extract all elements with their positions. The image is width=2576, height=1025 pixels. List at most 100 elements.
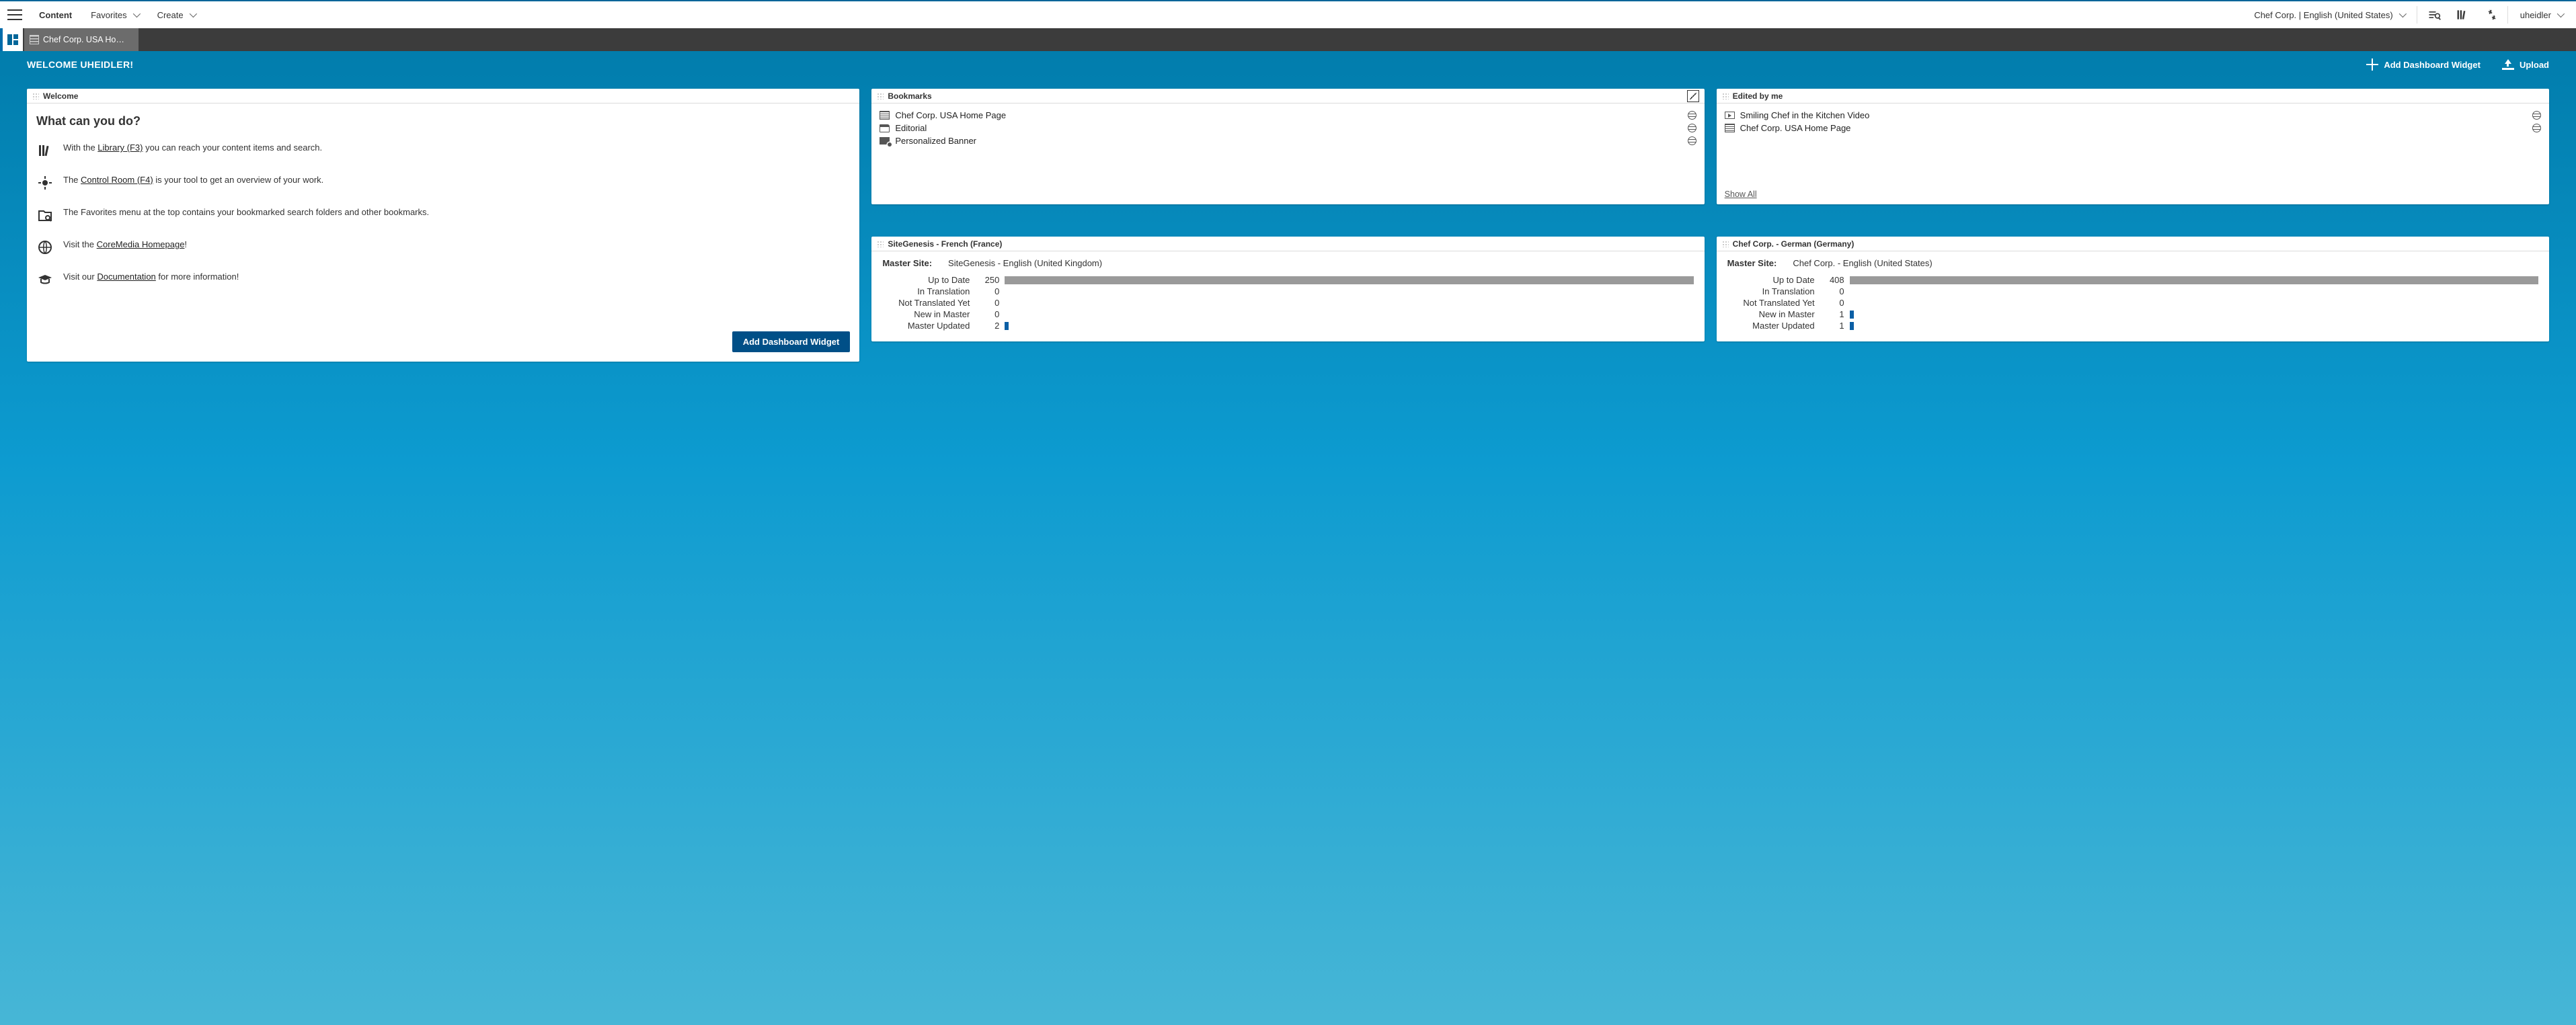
stat-row: New in Master1: [1727, 309, 2538, 319]
locale-globe-icon[interactable]: [2532, 124, 2541, 132]
locale-globe-icon[interactable]: [1688, 111, 1696, 120]
library-icon: [2456, 8, 2469, 22]
graduation-cap-icon: [36, 271, 54, 288]
welcome-subheading: What can you do?: [36, 114, 850, 128]
stat-value: 0: [1820, 298, 1844, 308]
translation-status-widget-1: SiteGenesis - French (France) Master Sit…: [871, 237, 1704, 341]
banner-icon: [880, 137, 890, 145]
stat-row: Master Updated2: [882, 321, 1693, 331]
stat-bar: [1850, 288, 2538, 296]
upload-icon: [2502, 59, 2514, 70]
show-all-link[interactable]: Show All: [1725, 190, 1757, 199]
stat-label: In Translation: [1727, 286, 1815, 296]
tab-strip: Chef Corp. USA Home Pa…: [0, 28, 2576, 51]
library-button[interactable]: [2448, 1, 2476, 29]
upload-button[interactable]: Upload: [2491, 51, 2560, 78]
stat-row: Up to Date408: [1727, 275, 2538, 285]
favorites-menu[interactable]: Favorites: [81, 1, 147, 29]
folder-icon: [880, 124, 890, 132]
master-site-value: Chef Corp. - English (United States): [1793, 258, 1932, 268]
content-menu[interactable]: Content: [30, 1, 81, 29]
list-item[interactable]: Editorial: [880, 122, 1696, 134]
stat-value: 1: [1820, 309, 1844, 319]
translation-stats-2: Up to Date408In Translation0Not Translat…: [1727, 275, 2538, 331]
site-locale-selector[interactable]: Chef Corp. | English (United States): [2245, 1, 2413, 29]
page-icon: [1725, 124, 1735, 132]
welcome-text-favorites: The Favorites menu at the top contains y…: [63, 206, 429, 218]
library-link[interactable]: Library (F3): [97, 142, 143, 153]
quick-search-button[interactable]: [2420, 1, 2448, 29]
stat-label: Not Translated Yet: [882, 298, 970, 308]
user-label: uheidler: [2520, 10, 2551, 20]
stat-bar: [1850, 322, 2538, 330]
list-item[interactable]: Chef Corp. USA Home Page: [880, 109, 1696, 122]
master-site-label: Master Site:: [882, 258, 932, 268]
list-item-label: Chef Corp. USA Home Page: [1740, 123, 1851, 133]
stat-bar: [1005, 288, 1693, 296]
widget-header[interactable]: Bookmarks: [871, 89, 1704, 104]
chevron-down-icon: [2557, 10, 2565, 17]
stat-value: 0: [1820, 286, 1844, 296]
stat-row: Master Updated1: [1727, 321, 2538, 331]
locale-globe-icon[interactable]: [1688, 136, 1696, 145]
locale-globe-icon[interactable]: [1688, 124, 1696, 132]
bookmarks-list: Chef Corp. USA Home Page EditorialPersona…: [871, 104, 1704, 204]
user-menu[interactable]: uheidler: [2511, 1, 2572, 29]
stat-bar: [1005, 311, 1693, 319]
globe-icon: [36, 239, 54, 256]
site-locale-label: Chef Corp. | English (United States): [2254, 10, 2392, 20]
stat-bar: [1005, 276, 1693, 284]
tab-label: Chef Corp. USA Home Pa…: [43, 35, 130, 44]
chevron-down-icon: [189, 10, 196, 17]
hamburger-menu-button[interactable]: [0, 1, 30, 29]
add-dashboard-widget-button[interactable]: Add Dashboard Widget: [2355, 51, 2491, 78]
list-item[interactable]: Smiling Chef in the Kitchen Video: [1725, 109, 2541, 122]
stat-row: Up to Date250: [882, 275, 1693, 285]
drag-handle-icon[interactable]: [1722, 93, 1729, 99]
documentation-link[interactable]: Documentation: [97, 272, 155, 282]
locale-globe-icon[interactable]: [2532, 111, 2541, 120]
edited-by-me-widget: Edited by me Smiling Chef in the Kitchen…: [1717, 89, 2549, 204]
edited-list: Smiling Chef in the Kitchen VideoChef Co…: [1717, 104, 2549, 204]
stat-bar: [1850, 311, 2538, 319]
widget-header[interactable]: SiteGenesis - French (France): [871, 237, 1704, 251]
create-menu[interactable]: Create: [148, 1, 204, 29]
create-label: Create: [157, 10, 184, 20]
edit-widget-button[interactable]: [1687, 90, 1699, 102]
top-toolbar: Content Favorites Create Chef Corp. | En…: [0, 0, 2576, 28]
welcome-heading: WELCOME UHEIDLER!: [27, 59, 133, 70]
open-document-tab[interactable]: Chef Corp. USA Home Pa…: [24, 28, 139, 51]
widget-header[interactable]: Edited by me: [1717, 89, 2549, 104]
list-item[interactable]: Chef Corp. USA Home Page: [1725, 122, 2541, 134]
library-icon: [36, 142, 54, 159]
stat-row: Not Translated Yet0: [1727, 298, 2538, 308]
stat-value: 0: [975, 286, 999, 296]
drag-handle-icon[interactable]: [877, 93, 884, 99]
add-dashboard-widget-button[interactable]: Add Dashboard Widget: [732, 331, 851, 352]
dashboard-grid: Welcome What can you do? With the Librar…: [0, 78, 2576, 388]
stat-row: In Translation0: [882, 286, 1693, 296]
dashboard-tab[interactable]: [0, 28, 23, 51]
dashboard-banner: WELCOME UHEIDLER! Add Dashboard Widget U…: [0, 51, 2576, 78]
control-room-link[interactable]: Control Room (F4): [81, 175, 153, 185]
translation-status-widget-2: Chef Corp. - German (Germany) Master Sit…: [1717, 237, 2549, 341]
list-item-label: Chef Corp. USA Home Page: [895, 110, 1006, 120]
welcome-text-docs: Visit our Documentation for more informa…: [63, 271, 239, 283]
drag-handle-icon[interactable]: [877, 241, 884, 247]
homepage-link[interactable]: CoreMedia Homepage: [97, 239, 185, 249]
widget-title: Welcome: [43, 91, 78, 101]
chevron-down-icon: [2398, 10, 2406, 17]
bookmarks-widget: Bookmarks Chef Corp. USA Home Page Editor…: [871, 89, 1704, 204]
widget-header[interactable]: Welcome: [27, 89, 859, 104]
gears-icon: [2484, 8, 2497, 22]
master-site-value: SiteGenesis - English (United Kingdom): [948, 258, 1102, 268]
control-room-button[interactable]: [2476, 1, 2505, 29]
stat-value: 0: [975, 298, 999, 308]
drag-handle-icon[interactable]: [32, 93, 39, 99]
widget-header[interactable]: Chef Corp. - German (Germany): [1717, 237, 2549, 251]
drag-handle-icon[interactable]: [1722, 241, 1729, 247]
widget-title: Bookmarks: [888, 91, 931, 101]
pencil-icon: [1690, 93, 1696, 99]
stat-label: Up to Date: [1727, 275, 1815, 285]
list-item[interactable]: Personalized Banner: [880, 134, 1696, 147]
